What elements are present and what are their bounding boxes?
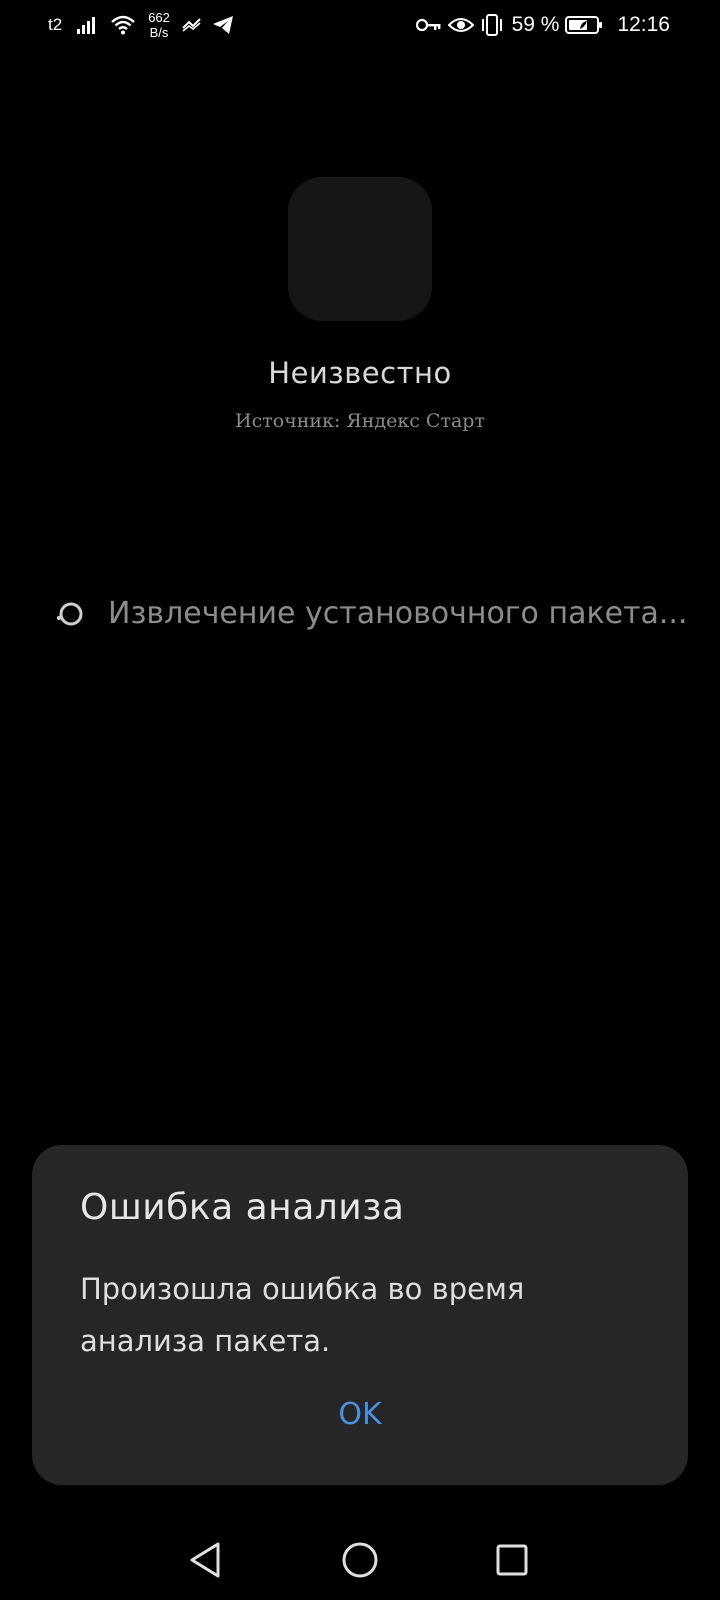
error-dialog: Ошибка анализа Произошла ошибка во время…: [32, 1145, 688, 1485]
recents-button[interactable]: [490, 1538, 534, 1582]
clock: 12:16: [617, 13, 670, 36]
key-icon: [415, 17, 442, 33]
dialog-message: Произошла ошибка во время анализа пакета…: [80, 1272, 525, 1358]
status-bar-left: t2 662 B/s: [48, 0, 234, 50]
back-button[interactable]: [184, 1538, 228, 1582]
vibrate-icon: [480, 14, 504, 36]
progress-row: Извлечение установочного пакета...: [54, 596, 688, 631]
network-speed: 662 B/s: [148, 10, 170, 40]
navigation-bar: [0, 1520, 720, 1600]
eye-icon: [447, 16, 474, 34]
battery-percent: 59 %: [511, 13, 560, 36]
telegram-icon: [212, 15, 234, 35]
progress-text: Извлечение установочного пакета...: [108, 596, 688, 631]
network-speed-unit: B/s: [149, 25, 169, 40]
network-speed-value: 662: [148, 10, 170, 25]
home-icon: [338, 1538, 382, 1582]
wifi-icon: [110, 14, 136, 36]
recents-icon: [490, 1538, 534, 1582]
data-saver-icon: [182, 17, 202, 33]
status-bar: t2 662 B/s 59 % 12:16: [0, 0, 720, 50]
status-bar-right: 59 % 12:16: [415, 0, 670, 50]
dialog-title: Ошибка анализа: [80, 1187, 405, 1228]
battery-icon: [565, 15, 603, 35]
ok-button[interactable]: OK: [32, 1397, 688, 1432]
app-name: Неизвестно: [268, 356, 452, 390]
carrier-label: t2: [48, 15, 63, 34]
signal-icon: [76, 15, 100, 35]
loading-spinner-icon: [54, 598, 86, 630]
back-icon: [184, 1538, 228, 1582]
app-source: Источник: Яндекс Старт: [235, 410, 485, 432]
home-button[interactable]: [338, 1538, 382, 1582]
app-icon-placeholder: [288, 177, 432, 321]
